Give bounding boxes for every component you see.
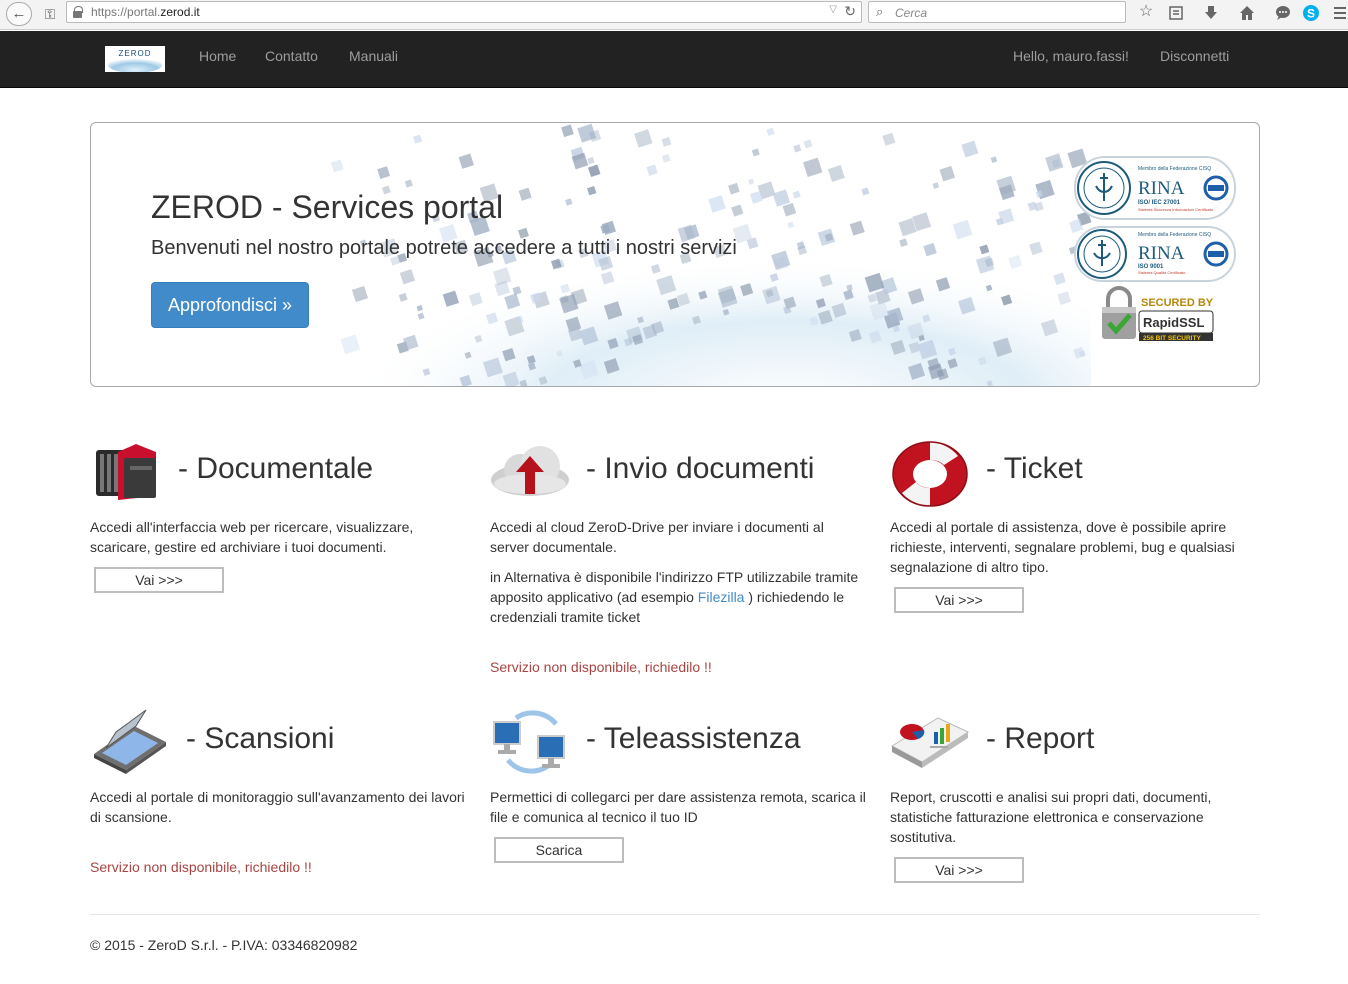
scanner-icon bbox=[94, 709, 166, 774]
svg-text:S: S bbox=[1307, 7, 1315, 21]
invio-description: Accedi al cloud ZeroD-Drive per inviare … bbox=[490, 519, 824, 555]
search-icon: ⌕ bbox=[876, 4, 884, 19]
footer-copyright: © 2015 - ZeroD S.r.l. - P.IVA: 033468209… bbox=[90, 937, 358, 953]
url-history-dropdown-icon[interactable]: ▽ bbox=[829, 4, 837, 15]
invio-ftp-description: in Alternativa è disponibile l'indirizzo… bbox=[490, 569, 859, 625]
rina-iso9001-badge: Membro della Federazione CISQ RINA ISO 9… bbox=[1074, 226, 1236, 285]
lock-icon bbox=[73, 6, 83, 18]
svg-text:RINA: RINA bbox=[1138, 243, 1185, 264]
report-vai-button[interactable]: Vai >>> bbox=[894, 857, 1024, 883]
teleassistenza-scarica-button[interactable]: Scarica bbox=[494, 837, 624, 863]
svg-text:Sistema Qualità Certificato: Sistema Qualità Certificato bbox=[1138, 270, 1186, 275]
search-placeholder: Cerca bbox=[895, 6, 928, 20]
svg-text:RINA: RINA bbox=[1138, 178, 1185, 199]
ticket-title: - Ticket bbox=[986, 452, 1083, 485]
file-cabinet-icon bbox=[96, 444, 156, 500]
browser-search-input[interactable]: ⌕ Cerca bbox=[868, 1, 1126, 23]
teleassistenza-title: - Teleassistenza bbox=[586, 722, 801, 755]
ticket-vai-button[interactable]: Vai >>> bbox=[894, 587, 1024, 613]
svg-text:Membro della Federazione CISQ: Membro della Federazione CISQ bbox=[1138, 232, 1211, 238]
svg-text:RapidSSL: RapidSSL bbox=[1143, 315, 1204, 330]
service-report: - Report Report, cruscotti e analisi sui… bbox=[890, 706, 1270, 886]
scansioni-description: Accedi al portale di monitoraggio sull'a… bbox=[90, 789, 465, 825]
svg-text:SECURED BY: SECURED BY bbox=[1141, 297, 1214, 309]
bookmark-star-icon[interactable]: ☆ bbox=[1134, 1, 1158, 25]
service-invio-documenti: - Invio documenti Accedi al cloud ZeroD-… bbox=[490, 440, 870, 680]
service-documentale: - Documentale Accedi all'interfaccia web… bbox=[90, 440, 470, 600]
footer-divider bbox=[90, 914, 1260, 915]
svg-text:ZEROD: ZEROD bbox=[119, 49, 152, 58]
hero-lead-text: Benvenuti nel nostro portale potrete acc… bbox=[151, 237, 737, 259]
svg-text:ISO/ IEC 27001: ISO/ IEC 27001 bbox=[1138, 200, 1181, 206]
remote-desktop-icon bbox=[493, 710, 565, 774]
address-bar[interactable]: https://portal.zerod.it ▽ ↻ bbox=[66, 1, 862, 23]
documentale-description: Accedi all'interfaccia web per ricercare… bbox=[90, 519, 414, 555]
invio-documenti-title: - Invio documenti bbox=[586, 452, 815, 485]
svg-text:256 BIT SECURITY: 256 BIT SECURITY bbox=[1143, 335, 1201, 342]
service-ticket: - Ticket Accedi al portale di assistenza… bbox=[890, 436, 1270, 616]
skype-icon[interactable]: S bbox=[1299, 1, 1323, 25]
documentale-title: - Documentale bbox=[178, 452, 374, 485]
scansioni-title: - Scansioni bbox=[186, 722, 335, 755]
url-text: https://portal.zerod.it bbox=[91, 5, 200, 19]
approfondisci-button[interactable]: Approfondisci » bbox=[151, 282, 309, 328]
svg-text:Sistema Sicurezza Informazioni: Sistema Sicurezza Informazioni Certifica… bbox=[1138, 207, 1214, 212]
service-teleassistenza: - Teleassistenza Permettici di collegarc… bbox=[490, 706, 870, 866]
service-scansioni: - Scansioni Accedi al portale di monitor… bbox=[90, 706, 470, 886]
chat-icon[interactable] bbox=[1271, 1, 1295, 25]
zerod-logo[interactable]: ZEROD bbox=[105, 46, 165, 72]
filezilla-link[interactable]: Filezilla bbox=[698, 589, 745, 605]
logout-link[interactable]: Disconnetti bbox=[1160, 48, 1229, 64]
back-arrow-icon[interactable]: ← bbox=[6, 2, 32, 26]
site-identity-key-icon[interactable]: ⚿ bbox=[35, 2, 65, 26]
ticket-description: Accedi al portale di assistenza, dove è … bbox=[890, 519, 1235, 575]
documentale-vai-button[interactable]: Vai >>> bbox=[94, 567, 224, 593]
svg-text:Membro della Federazione CISQ: Membro della Federazione CISQ bbox=[1138, 166, 1211, 172]
cloud-upload-icon bbox=[491, 446, 569, 496]
report-description: Report, cruscotti e analisi sui propri d… bbox=[890, 789, 1212, 845]
reload-icon[interactable]: ↻ bbox=[844, 3, 856, 20]
lifebuoy-icon bbox=[892, 441, 968, 507]
report-title: - Report bbox=[986, 722, 1095, 755]
user-greeting-link[interactable]: Hello, mauro.fassi! bbox=[1013, 48, 1129, 64]
download-icon[interactable] bbox=[1199, 1, 1223, 25]
nav-manuali-link[interactable]: Manuali bbox=[349, 48, 398, 64]
home-icon[interactable] bbox=[1235, 1, 1259, 25]
scansioni-unavailable-notice: Servizio non disponibile, richiedilo !! bbox=[90, 859, 312, 875]
bookmarks-menu-icon[interactable] bbox=[1164, 1, 1188, 25]
rapidssl-seal: SECURED BY RapidSSL 256 BIT SECURITY bbox=[1099, 285, 1217, 346]
hero-title: ZEROD - Services portal bbox=[151, 189, 504, 225]
teleassistenza-description: Permettici di collegarci per dare assist… bbox=[490, 789, 866, 825]
hero-jumbotron: ZEROD - Services portal Benvenuti nel no… bbox=[90, 122, 1260, 387]
rina-iso27001-badge: Membro della Federazione CISQ RINA ISO/ … bbox=[1074, 156, 1236, 223]
nav-contatto-link[interactable]: Contatto bbox=[265, 48, 318, 64]
invio-unavailable-notice: Servizio non disponibile, richiedilo !! bbox=[490, 659, 712, 675]
menu-hamburger-icon[interactable] bbox=[1328, 1, 1348, 25]
top-navbar: ZEROD Home Contatto Manuali Hello, mauro… bbox=[0, 31, 1348, 88]
report-chart-icon bbox=[890, 717, 970, 768]
browser-toolbar: ← ⚿ https://portal.zerod.it ▽ ↻ ⌕ Cerca … bbox=[0, 0, 1348, 30]
nav-home-link[interactable]: Home bbox=[199, 48, 236, 64]
